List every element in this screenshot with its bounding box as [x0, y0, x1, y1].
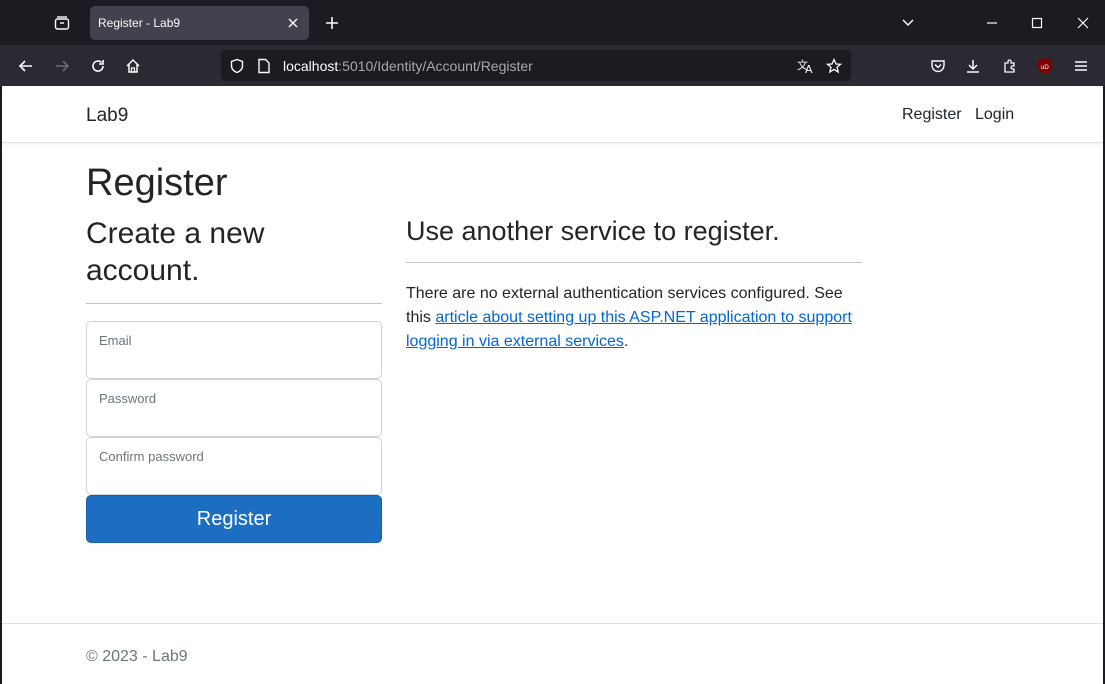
password-label: Password	[99, 391, 157, 406]
footer-copyright: © 2023 - Lab9	[86, 648, 188, 665]
url-path: :5010/Identity/Account/Register	[338, 58, 533, 74]
page-icon[interactable]	[255, 57, 273, 75]
translate-icon[interactable]: 文A	[797, 57, 815, 75]
plus-icon[interactable]	[321, 12, 343, 34]
reload-icon[interactable]	[86, 54, 110, 78]
info-text-after: .	[623, 333, 629, 350]
email-label: Email	[99, 333, 132, 348]
pocket-icon[interactable]	[926, 54, 950, 78]
svg-text:A: A	[805, 63, 813, 74]
browser-tab[interactable]: Register - Lab9	[90, 6, 309, 40]
home-icon[interactable]	[121, 54, 145, 78]
star-icon[interactable]	[825, 57, 843, 75]
password-field[interactable]: Password	[86, 379, 382, 437]
site-navbar: Lab9 Register Login	[2, 86, 1103, 143]
email-input[interactable]	[99, 352, 369, 374]
hamburger-icon[interactable]	[1069, 54, 1093, 78]
shield-icon[interactable]	[228, 57, 246, 75]
url-text[interactable]: localhost:5010/Identity/Account/Register	[283, 58, 533, 74]
url-bar[interactable]: localhost:5010/Identity/Account/Register…	[221, 50, 851, 81]
close-icon[interactable]	[285, 15, 301, 31]
external-services-article-link[interactable]: article about setting up this ASP.NET ap…	[406, 309, 852, 350]
divider	[86, 303, 382, 304]
url-host: localhost	[283, 58, 339, 74]
download-icon[interactable]	[961, 54, 985, 78]
chevron-down-icon[interactable]	[897, 12, 919, 34]
svg-text:uD: uD	[1041, 64, 1050, 71]
register-button[interactable]: Register	[86, 495, 382, 543]
arrow-left-icon[interactable]	[14, 54, 38, 78]
minimize-icon[interactable]	[981, 12, 1003, 34]
web-page: Lab9 Register Login Register Create a ne…	[2, 86, 1103, 684]
browser-toolbar: localhost:5010/Identity/Account/Register…	[0, 45, 1105, 86]
email-field[interactable]: Email	[86, 321, 382, 379]
form-heading: Create a new account.	[86, 217, 265, 287]
confirm-password-label: Confirm password	[99, 449, 204, 464]
confirm-password-field[interactable]: Confirm password	[86, 437, 382, 495]
browser-tab-bar: Register - Lab9	[0, 0, 1105, 45]
brand-link[interactable]: Lab9	[86, 105, 128, 127]
page-title: Register	[86, 162, 228, 204]
confirm-password-input[interactable]	[99, 468, 369, 490]
window-close-icon[interactable]	[1072, 12, 1094, 34]
divider	[406, 262, 862, 263]
tab-title: Register - Lab9	[98, 16, 181, 30]
maximize-icon[interactable]	[1026, 12, 1048, 34]
ublock-icon[interactable]: uD	[1033, 54, 1057, 78]
site-footer: © 2023 - Lab9	[2, 623, 1103, 684]
external-info-text: There are no external authentication ser…	[406, 282, 862, 354]
password-input[interactable]	[99, 410, 369, 432]
arrow-right-icon[interactable]	[50, 54, 74, 78]
external-heading: Use another service to register.	[406, 216, 780, 246]
nav-register-link[interactable]: Register	[902, 106, 962, 124]
tab-list-icon[interactable]	[50, 11, 74, 35]
puzzle-icon[interactable]	[998, 54, 1022, 78]
nav-login-link[interactable]: Login	[975, 106, 1014, 124]
